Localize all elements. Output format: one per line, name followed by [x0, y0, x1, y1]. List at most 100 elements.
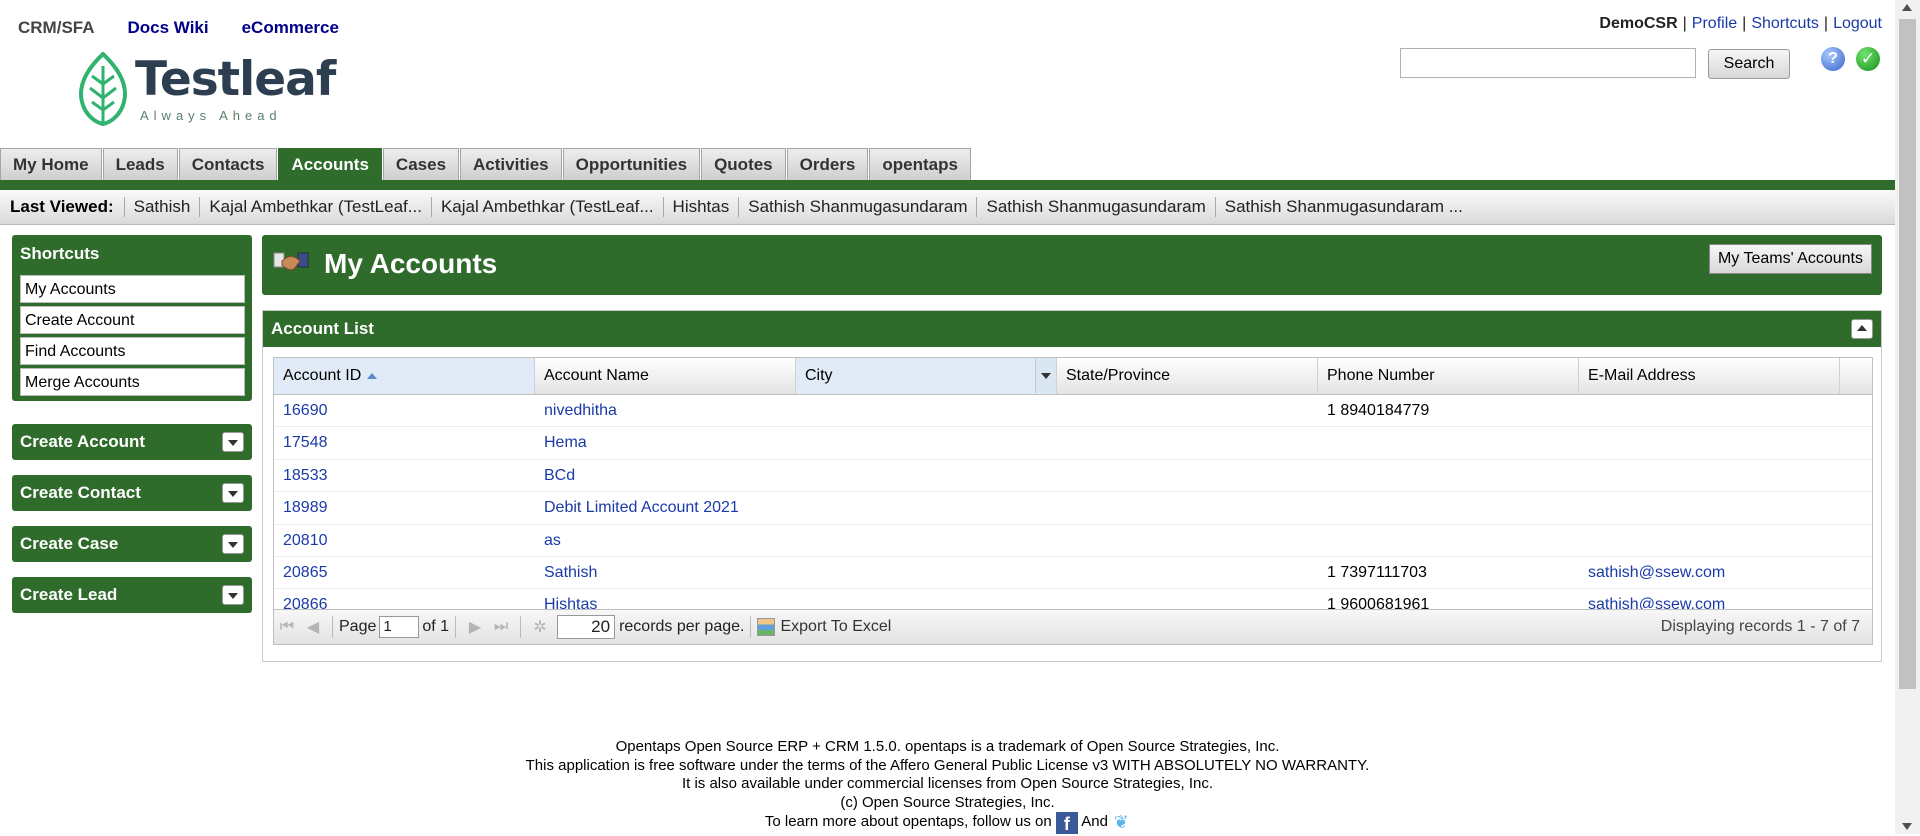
tab-contacts[interactable]: Contacts — [178, 148, 278, 180]
tab-cases[interactable]: Cases — [382, 148, 460, 180]
email-link[interactable] — [1579, 525, 1840, 556]
last-viewed-item[interactable]: Hishtas — [664, 197, 740, 217]
column-header-label: Account ID — [283, 367, 362, 384]
create-lead-box[interactable]: Create Lead — [12, 577, 252, 613]
scrollbar-thumb[interactable] — [1899, 19, 1916, 689]
table-row[interactable]: 16690 nivedhitha 1 8940184779 — [274, 395, 1872, 428]
column-header-account-id[interactable]: Account ID — [274, 358, 535, 394]
shortcuts-link[interactable]: Shortcuts — [1751, 15, 1819, 32]
page-count-label: of 1 — [422, 618, 450, 635]
account-id-link[interactable]: 17548 — [274, 427, 535, 458]
email-link[interactable] — [1579, 395, 1840, 426]
records-per-page-input[interactable]: 20 — [557, 615, 616, 639]
tab-quotes[interactable]: Quotes — [701, 148, 786, 180]
excel-icon[interactable] — [757, 618, 776, 636]
tab-orders[interactable]: Orders — [786, 148, 869, 180]
ecommerce-link[interactable]: eCommerce — [242, 18, 339, 38]
last-page-icon[interactable]: ⏭ — [488, 618, 514, 636]
last-viewed-item[interactable]: Sathish — [125, 197, 201, 217]
tab-opentaps[interactable]: opentaps — [869, 148, 971, 180]
account-name-link[interactable]: Sathish — [535, 557, 796, 588]
shortcut-my-accounts[interactable]: My Accounts — [20, 275, 245, 303]
check-icon[interactable]: ✓ — [1856, 47, 1880, 71]
shortcut-merge-accounts[interactable]: Merge Accounts — [20, 368, 245, 396]
chevron-down-icon[interactable] — [222, 432, 244, 452]
refresh-icon[interactable]: ✲ — [527, 617, 553, 637]
create-account-box[interactable]: Create Account — [12, 424, 252, 460]
first-page-icon[interactable]: ⏮ — [274, 618, 300, 636]
create-case-box-title: Create Case — [20, 534, 119, 553]
table-row[interactable]: 18533 BCd — [274, 460, 1872, 493]
pager-divider — [455, 616, 457, 638]
footer-and-text: And — [1081, 813, 1108, 830]
search-input[interactable] — [1400, 48, 1696, 78]
chevron-down-icon[interactable] — [222, 534, 244, 554]
facebook-icon[interactable]: f — [1055, 812, 1078, 834]
app-name: CRM/SFA — [18, 18, 95, 37]
column-header-state[interactable]: State/Province — [1057, 358, 1318, 394]
account-name-link[interactable]: Debit Limited Account 2021 — [535, 492, 796, 523]
email-link[interactable] — [1579, 492, 1840, 523]
account-id-link[interactable]: 18533 — [274, 460, 535, 491]
shortcut-find-accounts[interactable]: Find Accounts — [20, 337, 245, 365]
my-teams-accounts-button[interactable]: My Teams' Accounts — [1708, 244, 1872, 274]
last-viewed-item[interactable]: Sathish Shanmugasundaram — [739, 197, 978, 217]
chevron-down-icon[interactable] — [222, 585, 244, 605]
column-menu-icon[interactable] — [1035, 358, 1056, 393]
chevron-up-icon[interactable] — [1851, 319, 1873, 339]
account-name-link[interactable]: Hema — [535, 427, 796, 458]
table-row[interactable]: 18989 Debit Limited Account 2021 — [274, 492, 1872, 525]
table-row[interactable]: 20810 as — [274, 525, 1872, 557]
page-number-input[interactable]: 1 — [379, 616, 420, 638]
column-header-phone[interactable]: Phone Number — [1318, 358, 1579, 394]
account-name-link[interactable]: BCd — [535, 460, 796, 491]
last-viewed-item[interactable]: Sathish Shanmugasundaram ... — [1216, 197, 1472, 217]
chevron-down-icon[interactable] — [222, 483, 244, 503]
logout-link[interactable]: Logout — [1833, 15, 1882, 32]
search-button[interactable]: Search — [1708, 49, 1790, 79]
last-viewed-item[interactable]: Kajal Ambethkar (TestLeaf... — [200, 197, 432, 217]
tab-accounts[interactable]: Accounts — [278, 148, 382, 180]
phone-cell — [1318, 525, 1579, 556]
twitter-icon[interactable]: ❦ — [1112, 813, 1130, 832]
table-row[interactable]: 17548 Hema — [274, 427, 1872, 460]
vertical-scrollbar[interactable] — [1895, 0, 1920, 834]
tab-leads[interactable]: Leads — [102, 148, 178, 180]
column-header-account-name[interactable]: Account Name — [535, 358, 796, 394]
city-cell — [796, 557, 1057, 588]
footer-social-line: To learn more about opentaps, follow us … — [0, 812, 1895, 834]
column-header-label: State/Province — [1066, 367, 1171, 384]
tab-opportunities[interactable]: Opportunities — [562, 148, 701, 180]
account-name-link[interactable]: as — [535, 525, 796, 556]
column-header-email[interactable]: E-Mail Address — [1579, 358, 1840, 394]
prev-page-icon[interactable]: ◀ — [300, 617, 326, 637]
scroll-up-arrow-icon[interactable] — [1902, 4, 1912, 11]
scroll-down-arrow-icon[interactable] — [1902, 823, 1912, 830]
export-to-excel-button[interactable]: Export To Excel — [780, 618, 891, 636]
help-icon[interactable]: ? — [1821, 47, 1845, 71]
tab-activities[interactable]: Activities — [460, 148, 562, 180]
email-link[interactable] — [1579, 427, 1840, 458]
profile-link[interactable]: Profile — [1692, 15, 1737, 32]
next-page-icon[interactable]: ▶ — [462, 617, 488, 637]
column-header-city[interactable]: City — [796, 358, 1057, 394]
account-name-link[interactable]: nivedhitha — [535, 395, 796, 426]
create-contact-box[interactable]: Create Contact — [12, 475, 252, 511]
create-case-box[interactable]: Create Case — [12, 526, 252, 562]
last-viewed-item[interactable]: Kajal Ambethkar (TestLeaf... — [432, 197, 664, 217]
phone-cell — [1318, 427, 1579, 458]
docs-wiki-link[interactable]: Docs Wiki — [128, 18, 209, 38]
account-id-link[interactable]: 18989 — [274, 492, 535, 523]
shortcut-create-account[interactable]: Create Account — [20, 306, 245, 334]
city-cell — [796, 395, 1057, 426]
logo-tagline: Always Ahead — [140, 108, 282, 123]
last-viewed-item[interactable]: Sathish Shanmugasundaram — [977, 197, 1216, 217]
email-link[interactable] — [1579, 460, 1840, 491]
account-id-link[interactable]: 20810 — [274, 525, 535, 556]
main-tabs: My Home Leads Contacts Accounts Cases Ac… — [0, 148, 972, 180]
account-id-link[interactable]: 20865 — [274, 557, 535, 588]
email-link[interactable]: sathish@ssew.com — [1579, 557, 1840, 588]
account-id-link[interactable]: 16690 — [274, 395, 535, 426]
table-row[interactable]: 20865 Sathish 1 7397111703 sathish@ssew.… — [274, 557, 1872, 590]
tab-my-home[interactable]: My Home — [0, 148, 102, 180]
